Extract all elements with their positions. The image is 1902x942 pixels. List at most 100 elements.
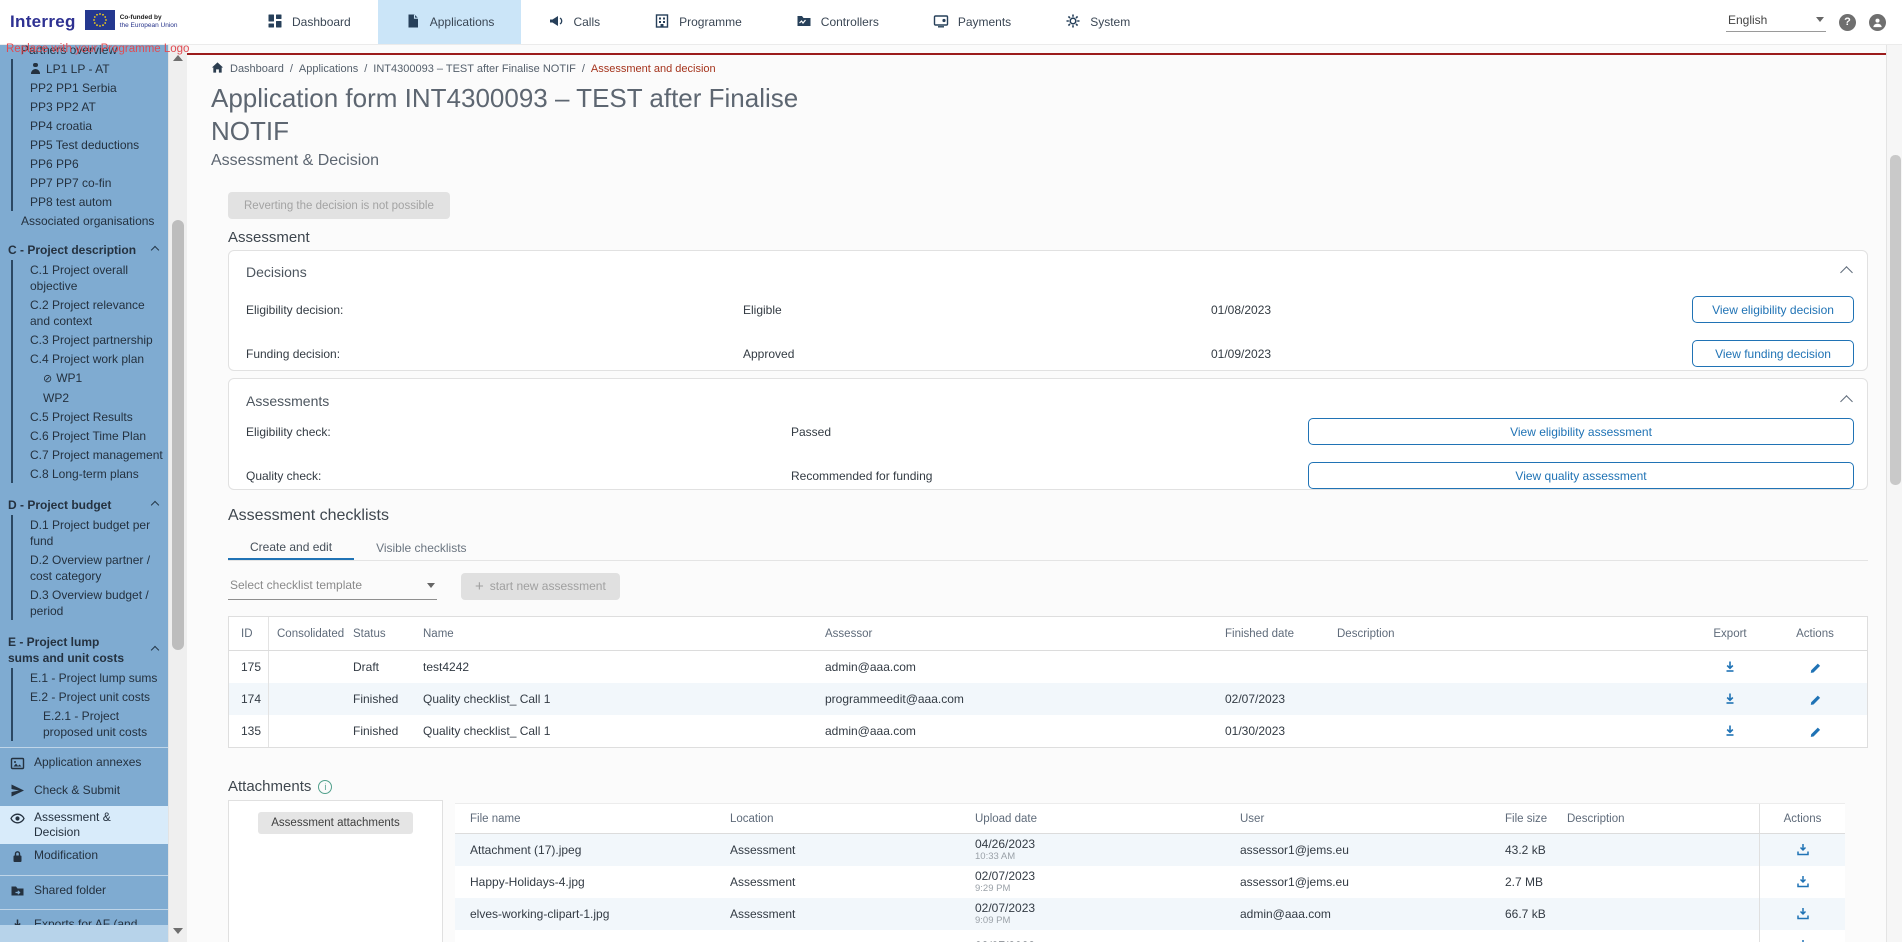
download-file-button[interactable] bbox=[1793, 840, 1813, 860]
info-icon[interactable]: i bbox=[318, 780, 332, 794]
sidebar-horizontal-scrollbar[interactable] bbox=[0, 925, 168, 942]
checklist-tabs: Create and edit Visible checklists bbox=[228, 536, 1868, 561]
divider bbox=[0, 747, 168, 748]
row-label: Quality check: bbox=[246, 469, 791, 483]
download-file-button[interactable] bbox=[1793, 872, 1813, 892]
attachments-table: File name Location Upload date User File… bbox=[455, 803, 1845, 942]
checklist-row[interactable]: 135 Finished Quality checklist_ Call 1 a… bbox=[229, 715, 1867, 747]
sidebar-item-partner[interactable]: LP1 LP - AT bbox=[13, 59, 168, 78]
main-scrollbar-thumb[interactable] bbox=[1890, 155, 1901, 485]
help-icon[interactable]: ? bbox=[1839, 14, 1856, 31]
sidebar-item[interactable]: C.3 Project partnership bbox=[13, 330, 168, 349]
attachment-row[interactable]: Attachment (17).jpeg Assessment 04/26/20… bbox=[455, 834, 1845, 866]
funding-decision-row: Funding decision: Approved 01/09/2023 Vi… bbox=[229, 340, 1867, 367]
revert-decision-button[interactable]: Reverting the decision is not possible bbox=[228, 192, 450, 219]
nav-item-payments[interactable]: Payments bbox=[906, 0, 1038, 44]
sidebar-item-partner[interactable]: PP3 PP2 AT bbox=[13, 97, 168, 116]
sidebar-item[interactable]: C.8 Long-term plans bbox=[13, 464, 168, 483]
start-new-assessment-button[interactable]: + start new assessment bbox=[461, 573, 620, 600]
download-file-button[interactable] bbox=[1793, 936, 1813, 942]
sidebar-group-e[interactable]: E - Project lump sums and unit costs bbox=[0, 632, 168, 668]
nav-item-dashboard[interactable]: Dashboard bbox=[240, 0, 378, 44]
page-subtitle: Assessment & Decision bbox=[211, 152, 871, 170]
sidebar-item-partner[interactable]: PP4 croatia bbox=[13, 116, 168, 135]
sidebar-item-application-annexes[interactable]: Application annexes bbox=[0, 751, 168, 779]
send-icon bbox=[10, 783, 25, 803]
breadcrumb-applications[interactable]: Applications bbox=[299, 63, 358, 75]
main-nav: Dashboard Applications Calls Programme C… bbox=[240, 0, 1157, 44]
row-date: 01/08/2023 bbox=[1211, 303, 1692, 317]
sidebar-item[interactable]: D.2 Overview partner / cost category bbox=[13, 550, 168, 585]
sidebar-item[interactable]: C.1 Project overall objective bbox=[13, 260, 168, 295]
sidebar-item[interactable]: D.1 Project budget per fund bbox=[13, 515, 168, 550]
sidebar-item[interactable]: E.1 - Project lump sums bbox=[13, 668, 168, 687]
main-scrollbar[interactable] bbox=[1886, 45, 1902, 942]
sidebar-item[interactable]: C.7 Project management bbox=[13, 445, 168, 464]
view-quality-assessment-button[interactable]: View quality assessment bbox=[1308, 462, 1854, 489]
sidebar-item-partner[interactable]: PP5 Test deductions bbox=[13, 135, 168, 154]
breadcrumb-dashboard[interactable]: Dashboard bbox=[230, 63, 284, 75]
tab-create-and-edit[interactable]: Create and edit bbox=[228, 536, 354, 560]
edit-pencil-button[interactable] bbox=[1806, 722, 1825, 741]
sidebar-item[interactable]: C.4 Project work plan bbox=[13, 349, 168, 368]
eligibility-check-row: Eligibility check: Passed View eligibili… bbox=[229, 418, 1867, 445]
sidebar-group-c[interactable]: C - Project description bbox=[0, 240, 168, 260]
scroll-down-arrow[interactable] bbox=[173, 928, 183, 934]
nav-item-calls[interactable]: Calls bbox=[521, 0, 627, 44]
sidebar-item-modification[interactable]: Modification bbox=[0, 844, 168, 872]
export-download-button[interactable] bbox=[1720, 689, 1740, 709]
sidebar-scrollbar[interactable] bbox=[168, 45, 187, 942]
download-file-button[interactable] bbox=[1793, 904, 1813, 924]
assessment-section-title: Assessment bbox=[228, 229, 310, 246]
checklist-template-select[interactable]: Select checklist template bbox=[228, 572, 437, 600]
home-icon[interactable] bbox=[211, 61, 224, 77]
assessment-attachments-button[interactable]: Assessment attachments bbox=[258, 812, 412, 834]
applications-icon bbox=[405, 13, 421, 32]
sidebar-item[interactable]: E.2 - Project unit costs bbox=[13, 687, 168, 706]
sidebar-item[interactable]: D.3 Overview budget / period bbox=[13, 585, 168, 620]
attachment-row[interactable]: elves-working-clipart-1.jpg Assessment 0… bbox=[455, 898, 1845, 930]
attachment-row[interactable]: Happy-Holidays-4.jpg Assessment 02/07/20… bbox=[455, 866, 1845, 898]
attachment-row[interactable]: 02/07/2023 bbox=[455, 930, 1845, 942]
eu-cofunded-line1: Co-funded by bbox=[120, 14, 178, 22]
sidebar-item[interactable]: C.5 Project Results bbox=[13, 407, 168, 426]
breadcrumb-project[interactable]: INT4300093 – TEST after Finalise NOTIF bbox=[373, 63, 576, 75]
sidebar-item-shared-folder[interactable]: Shared folder bbox=[0, 879, 168, 907]
sidebar-item[interactable]: E.2.1 - Project proposed unit costs bbox=[13, 706, 168, 741]
sidebar-item[interactable]: WP2 bbox=[13, 388, 168, 407]
sidebar-item[interactable]: C.2 Project relevance and context bbox=[13, 295, 168, 330]
checklist-row[interactable]: 175 Draft test4242 admin@aaa.com bbox=[229, 651, 1867, 683]
sidebar-item-check-submit[interactable]: Check & Submit bbox=[0, 779, 168, 807]
sidebar-item-partner[interactable]: PP7 PP7 co-fin bbox=[13, 173, 168, 192]
sidebar-item-partner[interactable]: PP6 PP6 bbox=[13, 154, 168, 173]
view-eligibility-assessment-button[interactable]: View eligibility assessment bbox=[1308, 418, 1854, 445]
sidebar-item-partner[interactable]: PP2 PP1 Serbia bbox=[13, 78, 168, 97]
export-download-button[interactable] bbox=[1720, 721, 1740, 741]
main-content: Dashboard / Applications / INT4300093 – … bbox=[187, 45, 1886, 942]
view-funding-decision-button[interactable]: View funding decision bbox=[1692, 340, 1854, 367]
decisions-card-title: Decisions bbox=[246, 264, 307, 280]
account-icon[interactable] bbox=[1869, 14, 1886, 31]
edit-pencil-button[interactable] bbox=[1806, 690, 1825, 709]
scroll-up-arrow[interactable] bbox=[173, 55, 183, 61]
checklist-row[interactable]: 174 Finished Quality checklist_ Call 1 p… bbox=[229, 683, 1867, 715]
sidebar-item[interactable]: WP1 bbox=[13, 368, 168, 388]
export-download-button[interactable] bbox=[1720, 657, 1740, 677]
nav-item-controllers[interactable]: Controllers bbox=[769, 0, 906, 44]
collapse-chevron-icon[interactable] bbox=[1840, 395, 1853, 408]
nav-item-applications[interactable]: Applications bbox=[378, 0, 522, 44]
sidebar-scrollbar-thumb[interactable] bbox=[172, 220, 184, 650]
sidebar-item[interactable]: C.6 Project Time Plan bbox=[13, 426, 168, 445]
view-eligibility-decision-button[interactable]: View eligibility decision bbox=[1692, 296, 1854, 323]
language-select[interactable]: English bbox=[1726, 13, 1826, 32]
nav-item-system[interactable]: System bbox=[1038, 0, 1157, 44]
collapse-chevron-icon[interactable] bbox=[1840, 266, 1853, 279]
tab-visible-checklists[interactable]: Visible checklists bbox=[354, 536, 488, 560]
sidebar-item-associated-organisations[interactable]: Associated organisations bbox=[0, 211, 168, 230]
sidebar-group-d[interactable]: D - Project budget bbox=[0, 495, 168, 515]
project-sidebar: Partners overview LP1 LP - AT PP2 PP1 Se… bbox=[0, 45, 168, 942]
nav-item-programme[interactable]: Programme bbox=[627, 0, 769, 44]
sidebar-item-partner[interactable]: PP8 test autom bbox=[13, 192, 168, 211]
edit-pencil-button[interactable] bbox=[1806, 658, 1825, 677]
sidebar-item-assessment-decision[interactable]: Assessment & Decision bbox=[0, 806, 168, 844]
